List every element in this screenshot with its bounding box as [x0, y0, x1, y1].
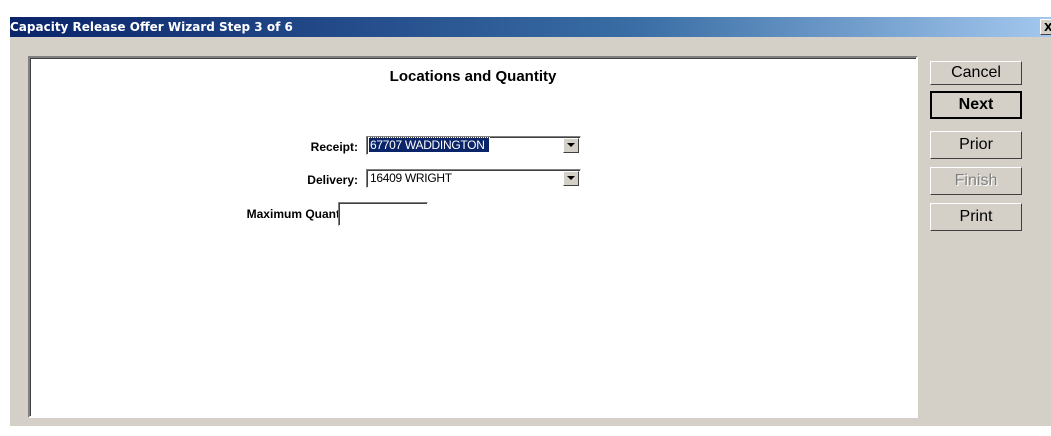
print-button[interactable]: Print	[930, 203, 1022, 231]
receipt-dropdown-button[interactable]	[563, 138, 579, 153]
delivery-value: 16409 WRIGHT	[370, 171, 452, 185]
title-bar: Capacity Release Offer Wizard Step 3 of …	[0, 0, 1051, 37]
locations-panel: Locations and Quantity Receipt: 67707 WA…	[28, 56, 918, 418]
chevron-down-icon	[567, 176, 575, 180]
delivery-dropdown-button[interactable]	[563, 171, 579, 186]
cancel-button[interactable]: Cancel	[930, 61, 1022, 85]
panel-title: Locations and Quantity	[389, 68, 557, 85]
next-button[interactable]: Next	[930, 91, 1022, 119]
close-button[interactable]: X	[1040, 19, 1051, 35]
chevron-down-icon	[567, 143, 575, 147]
prior-button[interactable]: Prior	[930, 131, 1022, 159]
receipt-label: Receipt:	[310, 140, 358, 154]
finish-button[interactable]: Finish	[930, 167, 1022, 195]
left-strip	[0, 37, 10, 436]
max-quantity-label: Maximum Quantity:	[246, 207, 358, 221]
bottom-strip	[0, 426, 1051, 436]
delivery-dropdown[interactable]: 16409 WRIGHT	[366, 169, 581, 188]
window-title: Capacity Release Offer Wizard Step 3 of …	[10, 20, 293, 34]
max-quantity-input[interactable]	[338, 202, 428, 226]
receipt-dropdown[interactable]: 67707 WADDINGTON	[366, 136, 581, 155]
wizard-window: Capacity Release Offer Wizard Step 3 of …	[0, 0, 1051, 436]
delivery-label: Delivery:	[307, 173, 358, 187]
receipt-value: 67707 WADDINGTON	[368, 137, 490, 153]
